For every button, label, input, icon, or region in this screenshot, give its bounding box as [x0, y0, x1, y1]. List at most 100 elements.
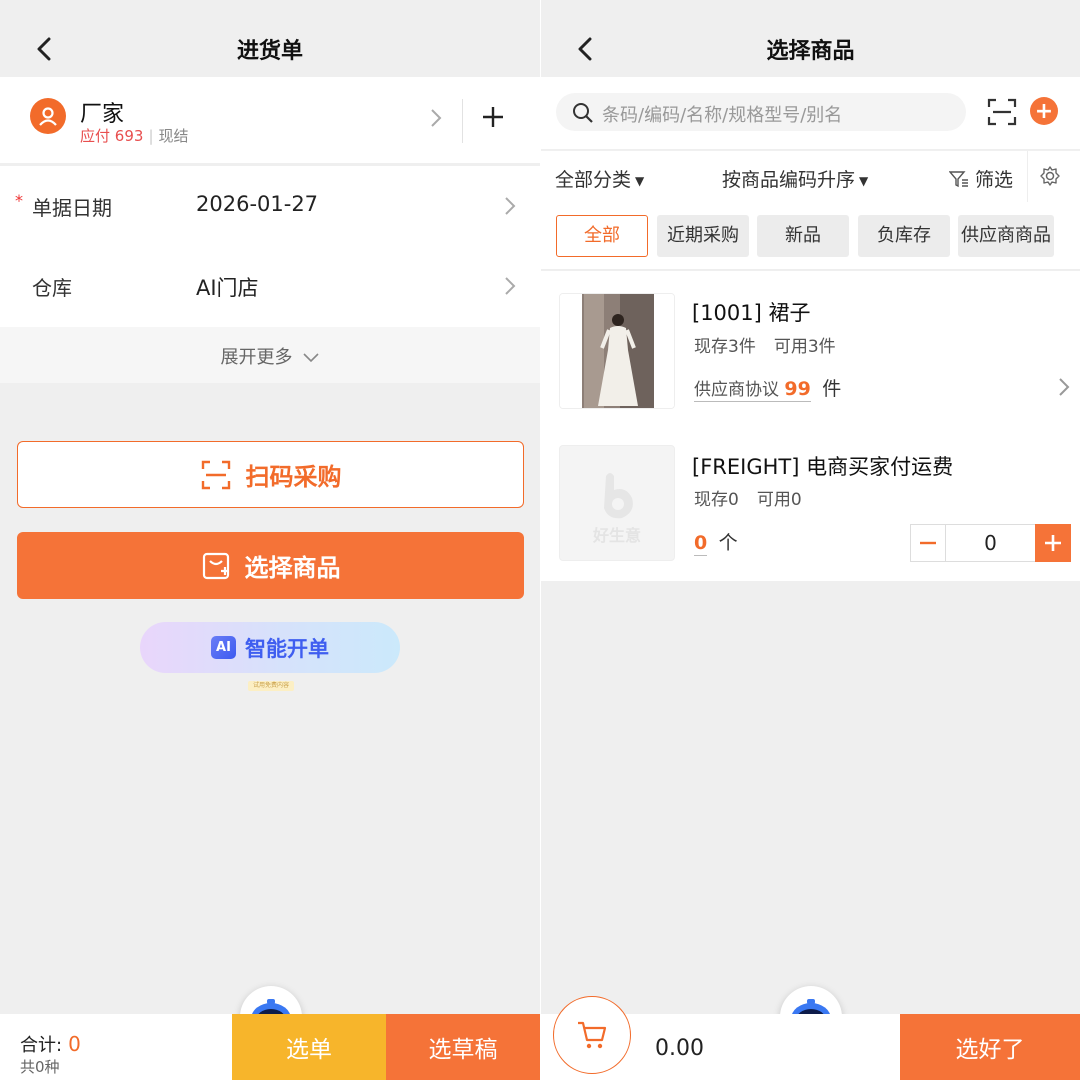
price-unit: 件: [822, 378, 842, 400]
scan-icon: [201, 460, 230, 489]
scan-icon[interactable]: [987, 98, 1017, 126]
product-stock: 现存3件 可用3件: [694, 332, 836, 357]
available-text: 可用0: [756, 490, 802, 510]
ai-order-button[interactable]: AI 智能开单: [140, 622, 400, 673]
total: 合计: 0: [20, 1031, 81, 1057]
warehouse-value: AI门店: [196, 276, 259, 300]
date-value: 2026-01-27: [196, 192, 319, 216]
divider: [462, 99, 463, 143]
price-unit: 个: [718, 532, 738, 554]
search-bar: 条码/编码/名称/规格型号/别名 +: [541, 77, 1080, 149]
filter-bar: 全部分类 ▼ 按商品编码升序 ▼ 筛选: [541, 150, 1080, 203]
divider: |: [148, 127, 154, 145]
price-value: 99: [784, 378, 811, 400]
price-value: 0: [694, 532, 708, 554]
select-goods-button[interactable]: 选择商品: [17, 532, 524, 599]
product-image-placeholder: 好生意: [559, 445, 675, 561]
minus-icon: [920, 541, 936, 545]
plus-icon: [1045, 535, 1061, 551]
stock-text: 现存0: [694, 490, 739, 510]
navbar: 进货单: [0, 0, 540, 77]
select-goods-screen: 选择商品 条码/编码/名称/规格型号/别名 + 全部分类 ▼ 按商品编码升序 ▼ 筛…: [541, 0, 1080, 1080]
product-price: 0 个: [694, 528, 738, 556]
price-source[interactable]: 供应商协议 99: [694, 378, 811, 402]
kinds-count: 共0种: [20, 1058, 60, 1076]
chevron-right-icon: [505, 197, 516, 215]
chevron-right-icon: [505, 277, 516, 295]
screen-filter-label: 筛选: [975, 169, 1014, 191]
supplier-avatar-icon: [30, 98, 66, 134]
tab-new-products[interactable]: 新品: [757, 215, 849, 257]
bottom-bar: 0.00 选好了: [541, 996, 1080, 1080]
stock-text: 现存3件: [694, 337, 756, 357]
ai-note: 试用免费内容: [248, 681, 294, 691]
product-image: [559, 293, 675, 409]
due-label: 应付: [80, 127, 111, 145]
tab-supplier-products[interactable]: 供应商商品: [958, 215, 1054, 257]
total-amount: 0.00: [655, 1036, 704, 1061]
navbar: 选择商品: [541, 0, 1080, 77]
gear-icon[interactable]: [1039, 165, 1061, 187]
total-label: 合计:: [20, 1035, 63, 1056]
thumb-text: 好生意: [592, 526, 641, 545]
sort-filter-label: 按商品编码升序: [722, 169, 856, 191]
product-price: 供应商协议 99 件: [694, 374, 842, 402]
date-row[interactable]: * 单据日期 2026-01-27: [0, 166, 540, 247]
category-filter-label: 全部分类: [555, 169, 632, 191]
expand-more-label: 展开更多: [220, 347, 293, 368]
warehouse-row[interactable]: 仓库 AI门店: [0, 246, 540, 327]
select-goods-label: 选择商品: [244, 554, 341, 582]
available-text: 可用3件: [773, 337, 836, 357]
tab-all[interactable]: 全部: [556, 215, 648, 257]
select-goods-icon: [202, 552, 229, 579]
page-title: 进货单: [236, 39, 303, 64]
pick-draft-button[interactable]: 选草稿: [386, 1014, 540, 1080]
screen-filter[interactable]: 筛选: [948, 165, 1014, 192]
price-source[interactable]: 0: [694, 532, 708, 556]
category-filter[interactable]: 全部分类 ▼: [555, 165, 644, 192]
caret-down-icon: ▼: [635, 173, 645, 188]
warehouse-label: 仓库: [32, 276, 72, 300]
scan-purchase-label: 扫码采购: [245, 463, 342, 491]
product-list: [1001] 裙子 现存3件 可用3件 供应商协议 99 件 好生意 [FREIG…: [541, 271, 1080, 581]
due-amount: 693: [114, 127, 144, 145]
add-supplier-plus-icon[interactable]: [478, 102, 508, 132]
scan-purchase-button[interactable]: 扫码采购: [17, 441, 524, 508]
filter-icon: [948, 171, 968, 188]
cart-button[interactable]: [553, 996, 631, 1074]
ai-badge: AI: [211, 636, 236, 659]
chevron-right-icon: [1059, 378, 1070, 396]
price-label: 供应商协议: [694, 380, 779, 400]
product-tabs: 全部 近期采购 新品 负库存 供应商商品: [541, 202, 1080, 270]
total-value: 0: [68, 1032, 81, 1056]
quantity-input[interactable]: 0: [946, 524, 1035, 562]
add-circle-icon[interactable]: +: [1030, 97, 1058, 125]
supplier-name: 厂家: [80, 102, 125, 127]
supplier-balance: 应付 693 | 现结: [80, 125, 189, 146]
search-placeholder: 条码/编码/名称/规格型号/别名: [602, 105, 843, 126]
supplier-row[interactable]: 厂家 应付 693 | 现结: [0, 77, 540, 163]
search-icon: [573, 103, 593, 123]
tab-recent-purchase[interactable]: 近期采购: [657, 215, 749, 257]
minus-button[interactable]: [910, 524, 946, 562]
expand-more-button[interactable]: 展开更多: [0, 327, 540, 383]
search-input[interactable]: 条码/编码/名称/规格型号/别名: [556, 93, 966, 131]
confirm-selection-button[interactable]: 选好了: [900, 1014, 1080, 1080]
sort-filter[interactable]: 按商品编码升序 ▼: [722, 165, 868, 192]
divider: [1027, 151, 1028, 203]
pick-order-button[interactable]: 选单: [232, 1014, 386, 1080]
plus-button[interactable]: [1035, 524, 1071, 562]
ai-order-label: 智能开单: [245, 636, 329, 661]
cash-label: 现结: [158, 127, 189, 145]
purchase-order-screen: 进货单 厂家 应付 693 | 现结 * 单据日期 2026-01-27 仓库 AI…: [0, 0, 540, 1080]
quantity-stepper: 0: [910, 524, 1071, 562]
product-name: [FREIGHT] 电商买家付运费: [692, 455, 954, 479]
date-label: 单据日期: [32, 196, 112, 220]
chevron-right-icon: [431, 109, 442, 127]
cart-icon: [578, 1021, 607, 1049]
chevron-down-icon: [302, 353, 319, 363]
product-name: [1001] 裙子: [692, 301, 811, 325]
required-mark: *: [15, 191, 23, 210]
tab-negative-stock[interactable]: 负库存: [858, 215, 950, 257]
bottom-bar: 合计: 0 共0种 选单 选草稿: [0, 1014, 540, 1080]
